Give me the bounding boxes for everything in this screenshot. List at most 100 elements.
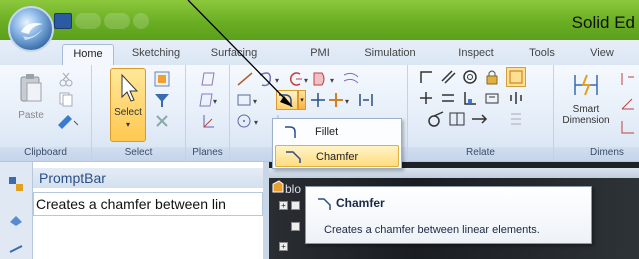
paste-button[interactable]: Paste — [16, 73, 46, 125]
promptbar-pane: PromptBar Creates a chamfer between lin — [33, 162, 263, 259]
save-icon[interactable] — [54, 13, 72, 29]
plane-options-icon[interactable]: ▾ — [198, 92, 220, 108]
select-dropdown-icon: ▾ — [125, 120, 130, 129]
application-button[interactable] — [8, 6, 54, 52]
move-icon[interactable]: ▾ — [328, 92, 354, 108]
tab-tools[interactable]: Tools — [522, 44, 562, 65]
tooltip-description: Creates a chamfer between linear element… — [324, 224, 540, 236]
fillet-dropdown-arrow-icon[interactable]: ▾ — [298, 90, 306, 110]
app-title: Solid Ed — [571, 13, 635, 32]
pathfinder-icon[interactable] — [8, 176, 24, 192]
circle-icon[interactable]: ▾ — [236, 113, 262, 129]
parallel-icon[interactable] — [440, 69, 456, 89]
smart-dimension-button[interactable]: Smart Dimension — [558, 71, 614, 141]
select-button[interactable]: Select ▾ — [110, 68, 146, 142]
tree-expand-icon-2[interactable]: + — [279, 242, 288, 251]
curve-icon[interactable]: ▾ — [286, 71, 312, 87]
fillet-icon — [279, 94, 292, 107]
tangent-icon[interactable] — [428, 111, 444, 131]
projection-icon[interactable]: ▾ — [312, 71, 340, 87]
chamfer-menu-icon — [286, 151, 301, 163]
offset-icon[interactable] — [342, 71, 362, 87]
symmetric-icon[interactable] — [508, 90, 524, 110]
dimension-group-label: Dimens — [554, 147, 639, 161]
quick-access-toolbar — [54, 11, 149, 31]
tree-checkbox-2[interactable] — [291, 222, 300, 231]
fillet-menu-icon — [285, 126, 296, 138]
connect-icon[interactable] — [418, 90, 434, 110]
copy-icon[interactable] — [58, 91, 74, 107]
select-group: Select ▾ Select — [92, 65, 186, 162]
concentric-icon[interactable] — [462, 69, 478, 89]
tree-expand-icon[interactable]: + — [279, 201, 288, 210]
collinear-icon[interactable] — [462, 90, 478, 110]
tree-root-label[interactable]: blo — [285, 182, 301, 196]
arc-icon[interactable]: ▾ — [258, 71, 284, 87]
paste-icon — [20, 74, 42, 102]
coordinate-dimension-icon[interactable] — [620, 119, 636, 135]
chamfer-label: Chamfer — [316, 151, 359, 163]
tree-checkbox[interactable] — [291, 201, 300, 210]
symmetry-axis-icon[interactable] — [448, 111, 466, 131]
cut-icon[interactable] — [58, 71, 74, 87]
tab-sketching[interactable]: Sketching — [116, 44, 196, 65]
dimension-group: Smart Dimension Dimens — [554, 65, 639, 162]
svg-text:▾: ▾ — [330, 76, 334, 85]
relate-options-icon[interactable] — [508, 111, 524, 131]
clipboard-group: Paste Clipboard — [0, 65, 92, 162]
lock-icon[interactable] — [484, 69, 500, 89]
tab-pmi[interactable]: PMI — [302, 44, 338, 65]
trim-icon[interactable] — [310, 92, 326, 108]
select-tool-icon[interactable] — [154, 71, 170, 87]
perpendicular-icon[interactable] — [418, 69, 434, 89]
select-options-icon[interactable] — [154, 113, 170, 129]
menu-item-fillet[interactable]: Fillet — [275, 121, 399, 143]
rigid-set-icon[interactable] — [484, 90, 500, 110]
relate-group-label: Relate — [408, 147, 553, 161]
redo-icon[interactable] — [104, 13, 130, 29]
svg-text:▾: ▾ — [275, 76, 279, 85]
format-painter-icon[interactable] — [56, 113, 82, 129]
svg-text:▾: ▾ — [253, 97, 257, 106]
planes-group-label: Planes — [186, 147, 229, 161]
fillet-dropdown-button[interactable] — [276, 90, 298, 110]
filter-icon[interactable] — [154, 92, 170, 108]
promptbar-message: Creates a chamfer between lin — [33, 192, 263, 216]
distance-between-icon[interactable] — [620, 71, 636, 87]
docking-strip — [0, 162, 33, 259]
svg-text:▾: ▾ — [304, 76, 308, 85]
line-icon[interactable] — [236, 71, 256, 87]
menu-item-chamfer[interactable]: Chamfer — [275, 145, 399, 167]
select-arrow-icon — [121, 73, 139, 102]
tooltip-title: Chamfer — [336, 196, 385, 210]
coordinate-system-icon[interactable] — [200, 113, 216, 129]
tab-inspect[interactable]: Inspect — [446, 44, 506, 65]
qat-dropdown-icon[interactable] — [133, 13, 149, 29]
title-bar: Solid Ed — [0, 0, 639, 40]
promptbar-title: PromptBar — [33, 168, 263, 188]
tab-view[interactable]: View — [582, 44, 622, 65]
relate-group: Relate — [408, 65, 554, 162]
smart-dimension-label-line2: Dimension — [562, 115, 610, 126]
select-group-label: Select — [92, 147, 185, 161]
layers-icon[interactable] — [8, 212, 24, 228]
tab-home[interactable]: Home — [62, 44, 114, 65]
angle-between-icon[interactable] — [620, 95, 636, 111]
relationship-handles-icon[interactable] — [506, 67, 526, 87]
equal-icon[interactable] — [440, 90, 456, 110]
part-icon — [271, 180, 284, 194]
ribbon-tabs: Home Sketching Surfacing PMI Simulation … — [0, 40, 639, 65]
svg-text:▾: ▾ — [345, 97, 349, 106]
tab-surfacing[interactable]: Surfacing — [198, 44, 270, 65]
app-logo-icon — [21, 23, 43, 40]
undo-icon[interactable] — [75, 13, 101, 29]
plane-icon[interactable] — [200, 71, 216, 87]
paste-label: Paste — [18, 110, 44, 121]
svg-text:▾: ▾ — [254, 118, 258, 127]
rectangle-icon[interactable]: ▾ — [236, 92, 262, 108]
feature-library-icon[interactable] — [8, 244, 24, 259]
tab-simulation[interactable]: Simulation — [352, 44, 428, 65]
chamfer-tooltip-icon — [318, 198, 331, 210]
mirror-icon[interactable] — [358, 92, 374, 108]
horizontal-vertical-icon[interactable] — [470, 111, 488, 131]
